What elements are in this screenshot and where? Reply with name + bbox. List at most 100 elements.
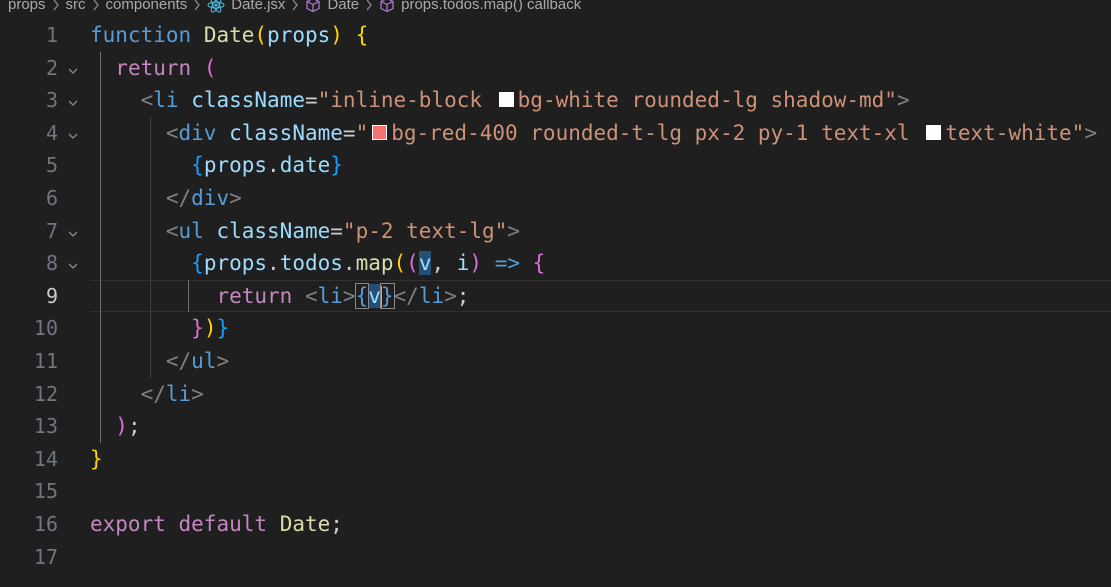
- chevron-down-icon[interactable]: [66, 226, 80, 240]
- code-token: >: [444, 283, 457, 308]
- code-line[interactable]: 5 {props.date}: [0, 149, 1111, 182]
- code-token: default: [178, 512, 268, 536]
- code-line[interactable]: 3 <li className="inline-block bg-white r…: [0, 84, 1111, 117]
- code-text[interactable]: <li className="inline-block bg-white rou…: [90, 84, 910, 117]
- color-swatch-white[interactable]: [926, 124, 942, 140]
- breadcrumb-item-symbol-date[interactable]: Date: [305, 0, 359, 13]
- chevron-right-icon: [291, 0, 299, 11]
- code-token: ul: [178, 218, 204, 243]
- line-number: 7: [45, 218, 58, 243]
- code-token: className: [191, 88, 305, 113]
- code-token: div: [178, 120, 217, 145]
- code-line[interactable]: 15: [0, 475, 1111, 508]
- code-token: div: [191, 186, 230, 210]
- breadcrumb-item-components[interactable]: components: [106, 0, 188, 13]
- line-number: 4: [45, 120, 58, 145]
- code-line[interactable]: 13 );: [0, 410, 1111, 443]
- code-text[interactable]: export default Date;: [90, 508, 343, 541]
- code-token: </: [393, 283, 419, 308]
- color-swatch-red[interactable]: [372, 124, 388, 140]
- code-text[interactable]: );: [90, 410, 140, 443]
- code-token: }: [90, 446, 103, 471]
- code-line[interactable]: 4 <div className=" bg-red-400 rounded-t-l…: [0, 116, 1111, 150]
- code-token: ;: [456, 283, 470, 308]
- code-line[interactable]: 12 </li>: [0, 377, 1111, 411]
- line-number: 12: [33, 381, 58, 406]
- code-token: "p-2 text-lg": [342, 218, 508, 243]
- code-line[interactable]: 11 </ul>: [0, 345, 1111, 378]
- code-line[interactable]: 14 }: [0, 443, 1111, 476]
- line-number: 17: [33, 544, 58, 569]
- code-token: li: [418, 283, 445, 308]
- code-line-active[interactable]: 9 return <li>{v}</li>;: [0, 279, 1111, 313]
- line-number: 16: [33, 512, 58, 536]
- chevron-down-icon[interactable]: [66, 95, 80, 109]
- line-number: 15: [33, 479, 58, 504]
- code-token: >: [191, 381, 204, 406]
- code-token: ): [469, 251, 483, 276]
- line-number: 1: [45, 23, 58, 47]
- code-text[interactable]: return <li>{v}</li>;: [90, 280, 469, 313]
- code-token: function: [90, 23, 192, 47]
- line-number: 13: [33, 414, 58, 439]
- cube-icon: [379, 0, 395, 13]
- code-token: <: [140, 88, 154, 113]
- code-line[interactable]: 16 export default Date;: [0, 508, 1111, 541]
- code-text[interactable]: </div>: [90, 182, 242, 215]
- code-line[interactable]: 1 function Date(props) {: [0, 19, 1111, 52]
- code-line[interactable]: 7 <ul className="p-2 text-lg">: [0, 214, 1111, 248]
- code-text[interactable]: {props.date}: [90, 149, 343, 182]
- chevron-right-icon: [193, 0, 201, 11]
- code-line[interactable]: 2 return (: [0, 51, 1111, 85]
- code-text[interactable]: </ul>: [90, 345, 229, 378]
- breadcrumb-item-props[interactable]: props: [0, 0, 46, 13]
- code-token: }: [216, 316, 230, 341]
- chevron-down-icon[interactable]: [66, 258, 80, 272]
- code-token: }: [330, 153, 343, 178]
- code-token: return: [115, 55, 192, 80]
- chevron-down-icon[interactable]: [66, 63, 80, 77]
- code-token: (: [393, 251, 407, 276]
- breadcrumb-item-src[interactable]: src: [66, 0, 86, 13]
- code-token: {: [191, 251, 204, 276]
- code-token: </: [165, 186, 192, 210]
- breadcrumb-item-file[interactable]: Date.jsx: [207, 0, 285, 13]
- cube-icon: [305, 0, 321, 13]
- color-swatch-white[interactable]: [498, 92, 514, 108]
- chevron-down-icon[interactable]: [66, 128, 80, 142]
- code-text[interactable]: function Date(props) {: [90, 19, 368, 52]
- code-token: .: [267, 153, 280, 178]
- code-line[interactable]: 10 })}: [0, 312, 1111, 345]
- chevron-right-icon: [92, 0, 100, 11]
- code-editor[interactable]: 1 function Date(props) { 2 return ( 3 <l…: [0, 19, 1111, 587]
- code-token: =: [304, 88, 318, 113]
- code-token: =: [342, 120, 356, 145]
- chevron-right-icon: [365, 0, 373, 11]
- code-text[interactable]: })}: [90, 312, 229, 345]
- code-line[interactable]: 17: [0, 541, 1111, 574]
- code-token: map: [355, 251, 394, 276]
- line-number: 9: [45, 283, 58, 308]
- code-line[interactable]: 8 {props.todos.map((v, i) => {: [0, 247, 1111, 280]
- code-text[interactable]: }: [90, 443, 103, 476]
- breadcrumb: props src components Date.jsx Date props…: [0, 0, 1111, 16]
- code-token: {: [532, 251, 546, 276]
- code-line[interactable]: 6 </div>: [0, 182, 1111, 215]
- code-token: >: [229, 186, 242, 210]
- breadcrumb-item-symbol-callback[interactable]: props.todos.map() callback: [379, 0, 581, 13]
- code-token: </: [140, 381, 166, 406]
- code-token: v: [418, 251, 432, 276]
- code-text[interactable]: return (: [90, 52, 216, 85]
- code-token: >: [896, 88, 910, 113]
- code-token: >: [1084, 120, 1097, 145]
- code-text[interactable]: </li>: [90, 378, 204, 411]
- code-text[interactable]: <div className=" bg-red-400 rounded-t-lg …: [90, 117, 1097, 150]
- code-text[interactable]: <ul className="p-2 text-lg">: [90, 215, 520, 248]
- code-token: =>: [482, 251, 533, 276]
- react-icon: [207, 0, 225, 13]
- code-token: ;: [330, 512, 343, 536]
- code-token: (: [254, 23, 268, 47]
- code-text[interactable]: {props.todos.map((v, i) => {: [90, 247, 545, 280]
- code-token: >: [342, 283, 356, 308]
- code-token: className: [229, 120, 343, 145]
